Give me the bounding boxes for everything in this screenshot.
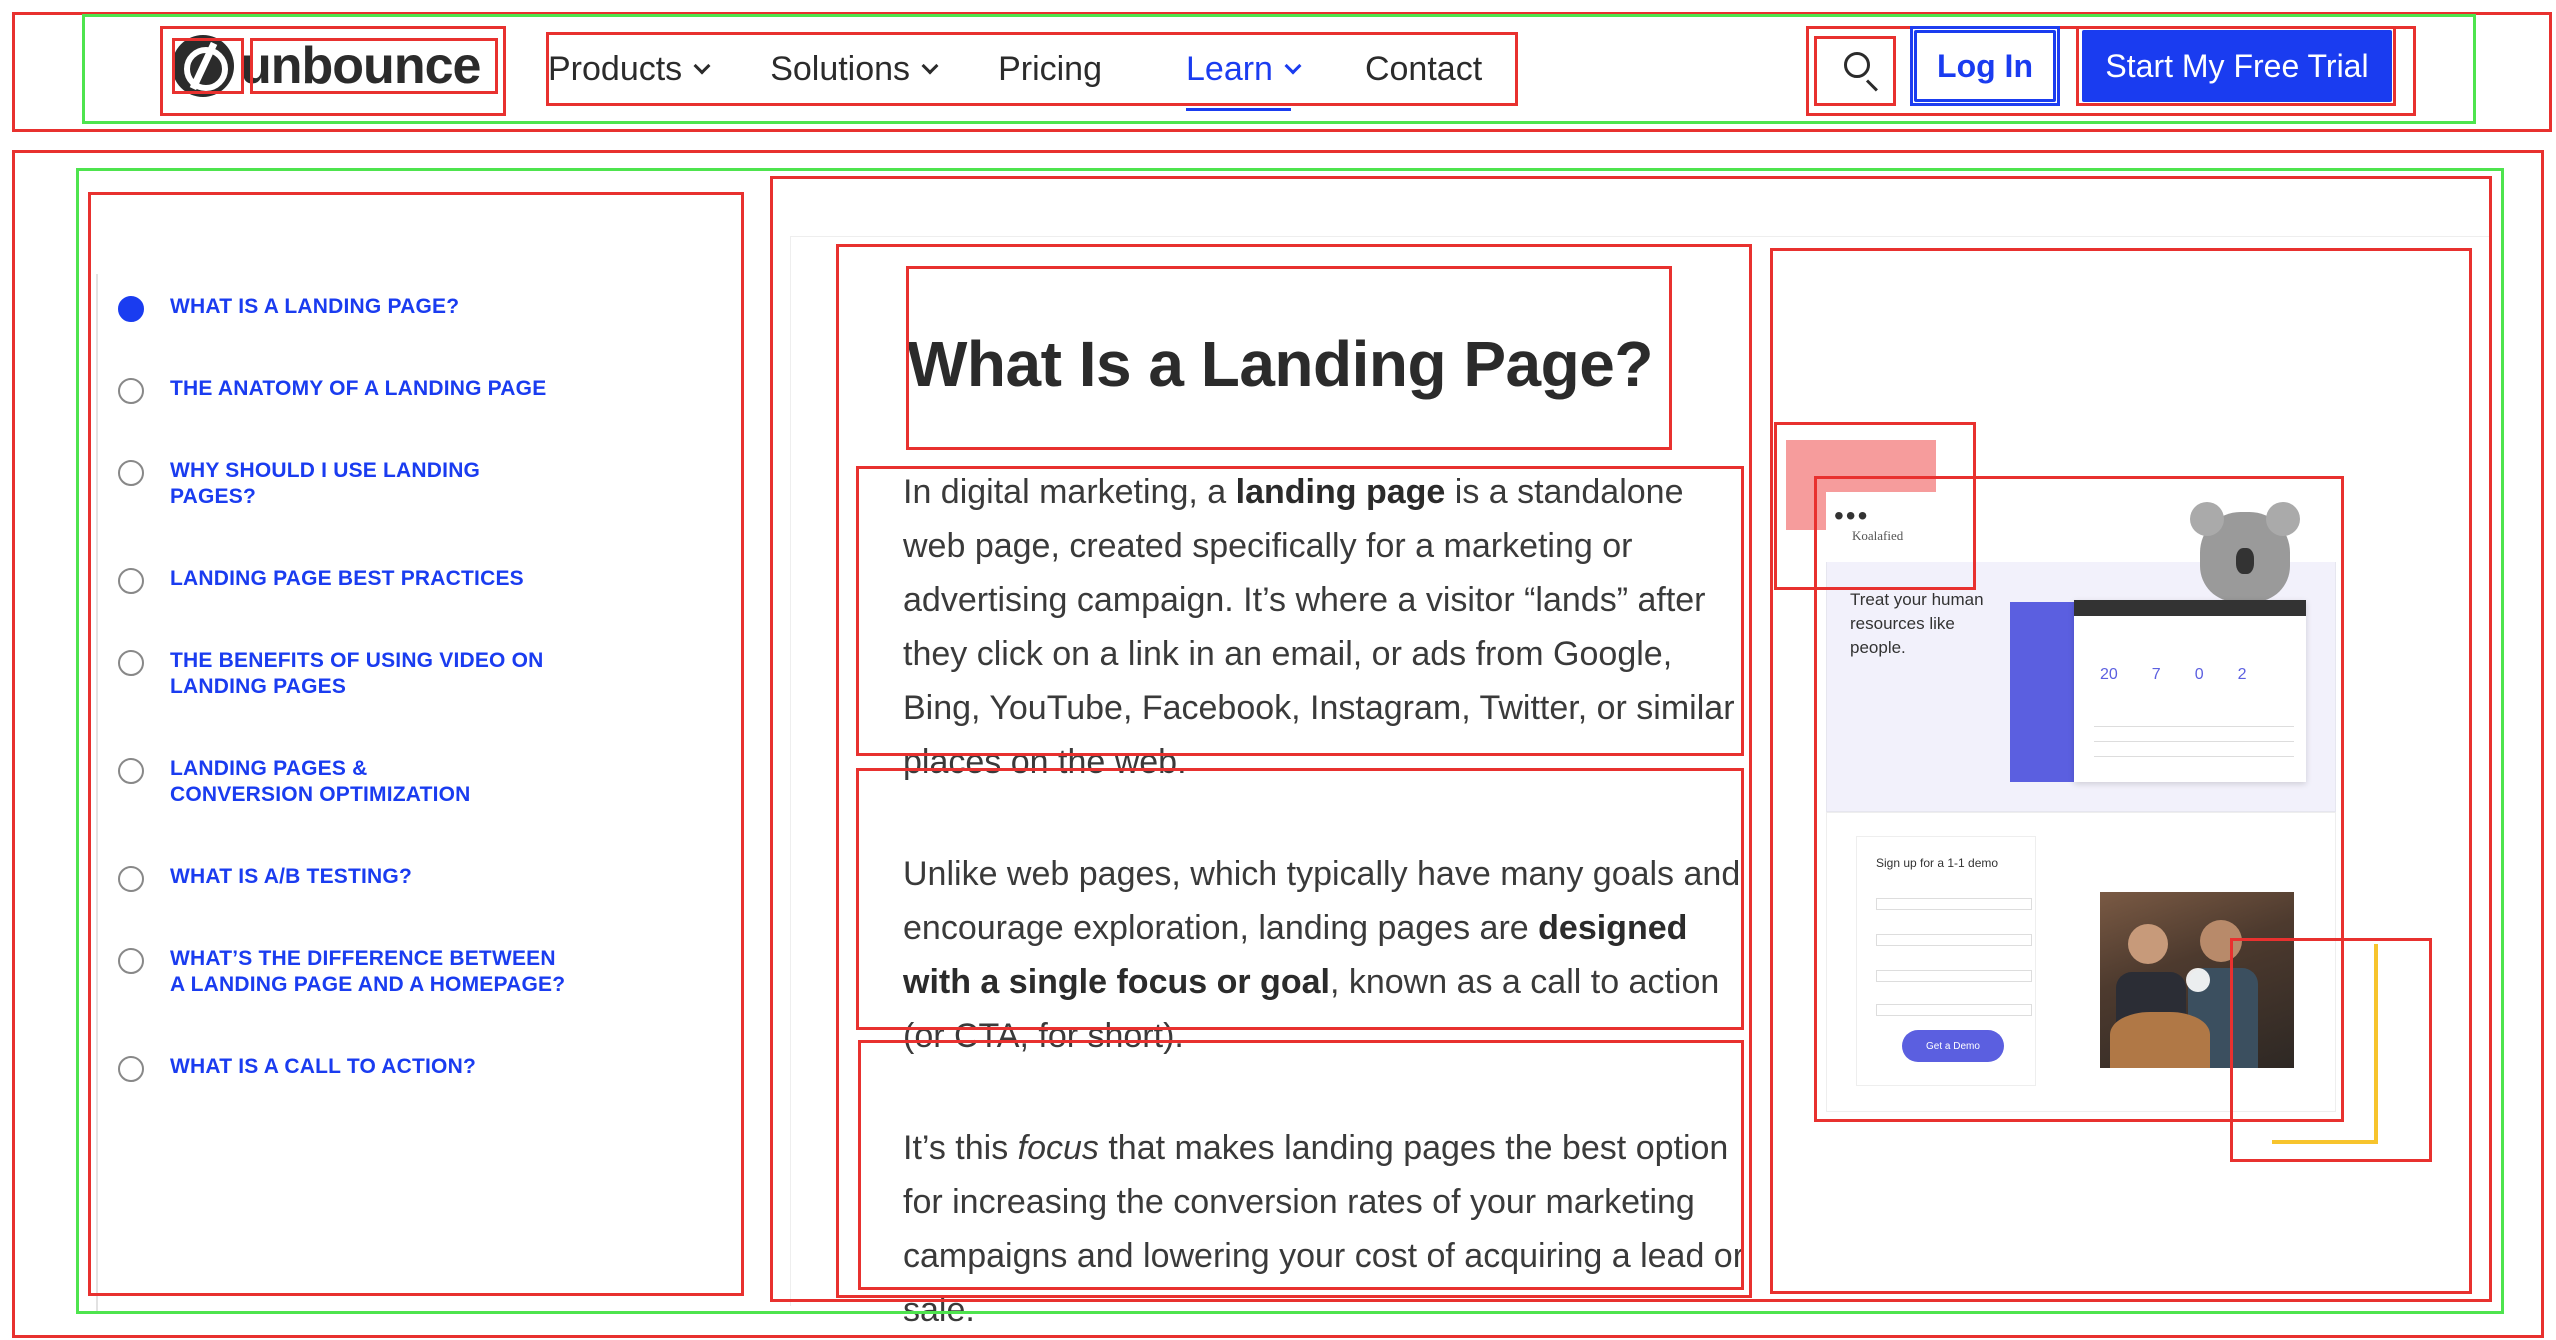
nav-products-label: Products bbox=[548, 49, 683, 88]
main-nav: Products Solutions Pricing Learn Contact bbox=[548, 34, 1482, 111]
toc-bullet bbox=[118, 460, 144, 486]
nav-products[interactable]: Products bbox=[548, 49, 711, 89]
search-icon-handle bbox=[1865, 79, 1878, 92]
mock-demo-button: Get a Demo bbox=[1902, 1030, 2004, 1062]
site-header: unbounce Products Solutions Pricing Lear… bbox=[0, 0, 2556, 130]
toc-item-label: WHAT’S THE DIFFERENCE BETWEEN A LANDING … bbox=[170, 947, 566, 996]
dog bbox=[2110, 1012, 2210, 1068]
unbounce-logo[interactable]: unbounce bbox=[172, 35, 481, 97]
nav-pricing[interactable]: Pricing bbox=[998, 50, 1102, 89]
nav-learn[interactable]: Learn bbox=[1186, 49, 1302, 111]
person-head bbox=[2128, 924, 2168, 964]
article-paragraph-1: In digital marketing, a landing page is … bbox=[903, 465, 1753, 789]
toc-item-label: THE ANATOMY OF A LANDING PAGE bbox=[170, 377, 547, 400]
mock-form-title: Sign up for a 1-1 demo bbox=[1876, 856, 1999, 870]
toc-item-ab-testing[interactable]: WHAT IS A/B TESTING? bbox=[118, 864, 550, 892]
mock-stat: 7 bbox=[2151, 666, 2161, 683]
team-photo bbox=[2100, 892, 2294, 1068]
play-icon bbox=[2186, 968, 2210, 992]
free-trial-button[interactable]: Start My Free Trial bbox=[2082, 30, 2392, 102]
toc-item-best-practices[interactable]: LANDING PAGE BEST PRACTICES bbox=[118, 566, 550, 594]
toc-item-conversion[interactable]: LANDING PAGES & CONVERSION OPTIMIZATION bbox=[118, 756, 510, 808]
toc-item-video-benefits[interactable]: THE BENEFITS OF USING VIDEO ON LANDING P… bbox=[118, 648, 550, 700]
mock-brand: Koalafied bbox=[1852, 528, 1904, 543]
mock-form-input bbox=[1876, 1004, 2032, 1016]
toc-item-why-use[interactable]: WHY SHOULD I USE LANDING PAGES? bbox=[118, 458, 490, 510]
nav-contact[interactable]: Contact bbox=[1365, 50, 1482, 89]
chevron-down-icon bbox=[693, 57, 711, 75]
search-button[interactable] bbox=[1836, 44, 1886, 94]
toc-bullet bbox=[118, 1056, 144, 1082]
search-icon bbox=[1844, 52, 1870, 78]
mock-app-stats: 20 7 0 2 bbox=[2100, 666, 2247, 684]
mock-stat: 2 bbox=[2237, 666, 2247, 683]
p3-text-start: It’s this bbox=[903, 1129, 1018, 1167]
p1-text-start: In digital marketing, a bbox=[903, 473, 1236, 511]
mock-tagline: Treat your human resources like people. bbox=[1850, 590, 1984, 657]
toc-item-call-to-action[interactable]: WHAT IS A CALL TO ACTION? bbox=[118, 1054, 550, 1082]
article-paragraph-2: Unlike web pages, which typically have m… bbox=[903, 847, 1753, 1063]
nav-pricing-label: Pricing bbox=[998, 49, 1102, 88]
toc-bullet bbox=[118, 568, 144, 594]
nav-learn-label: Learn bbox=[1186, 49, 1273, 88]
mock-line bbox=[2094, 726, 2294, 727]
toc-item-label: WHAT IS A/B TESTING? bbox=[170, 865, 412, 888]
toc-item-what-is-landing-page[interactable]: WHAT IS A LANDING PAGE? bbox=[118, 294, 550, 322]
mock-line bbox=[2094, 741, 2294, 742]
mock-form-input bbox=[1876, 970, 2032, 982]
koala-ear bbox=[2190, 502, 2224, 536]
article-paragraph-3: It’s this focus that makes landing pages… bbox=[903, 1121, 1753, 1337]
mock-stat: 0 bbox=[2194, 666, 2204, 683]
toc-bullet bbox=[118, 758, 144, 784]
koala-ear bbox=[2266, 502, 2300, 536]
table-of-contents: WHAT IS A LANDING PAGE? THE ANATOMY OF A… bbox=[88, 190, 748, 1314]
nav-contact-label: Contact bbox=[1364, 49, 1483, 88]
mock-app-lines bbox=[2094, 712, 2294, 757]
toc-item-label: WHAT IS A LANDING PAGE? bbox=[170, 295, 460, 318]
toc-item-label: WHAT IS A CALL TO ACTION? bbox=[170, 1055, 476, 1078]
p1-text-end: is a standalone web page, created specif… bbox=[903, 473, 1735, 781]
chevron-down-icon bbox=[921, 57, 939, 75]
toc-item-anatomy[interactable]: THE ANATOMY OF A LANDING PAGE bbox=[118, 376, 550, 404]
toc-rail bbox=[96, 274, 98, 1314]
mock-app-sidebar bbox=[2010, 602, 2074, 782]
mock-form-input bbox=[1876, 898, 2032, 910]
toc-item-vs-homepage[interactable]: WHAT’S THE DIFFERENCE BETWEEN A LANDING … bbox=[118, 946, 570, 998]
toc-bullet bbox=[118, 650, 144, 676]
article-body: What Is a Landing Page? In digital marke… bbox=[903, 327, 1753, 1337]
page-title: What Is a Landing Page? bbox=[907, 328, 1653, 400]
mock-form-input bbox=[1876, 934, 2032, 946]
p1-bold: landing page bbox=[1235, 473, 1446, 511]
koala-image bbox=[2190, 502, 2300, 602]
unbounce-logo-icon bbox=[172, 35, 234, 97]
toc-bullet-active bbox=[118, 296, 144, 322]
person-head bbox=[2200, 920, 2242, 962]
chevron-down-icon bbox=[1284, 57, 1302, 75]
toc-item-label: LANDING PAGES & CONVERSION OPTIMIZATION bbox=[170, 757, 471, 806]
toc-item-label: THE BENEFITS OF USING VIDEO ON LANDING P… bbox=[170, 649, 544, 698]
logo-wordmark: unbounce bbox=[240, 37, 481, 95]
mock-app-header bbox=[2074, 600, 2306, 616]
toc-item-label: LANDING PAGE BEST PRACTICES bbox=[170, 567, 524, 590]
toc-bullet bbox=[118, 948, 144, 974]
login-button[interactable]: Log In bbox=[1914, 30, 2056, 102]
mock-line bbox=[2094, 756, 2294, 757]
nav-solutions-label: Solutions bbox=[770, 49, 911, 88]
koala-nose bbox=[2236, 548, 2254, 574]
nav-solutions[interactable]: Solutions bbox=[770, 49, 939, 89]
toc-item-label: WHY SHOULD I USE LANDING PAGES? bbox=[170, 459, 481, 508]
toc-bullet bbox=[118, 378, 144, 404]
toc-bullet bbox=[118, 866, 144, 892]
mock-stat: 20 bbox=[2100, 666, 2118, 683]
p3-italic: focus bbox=[1017, 1129, 1099, 1167]
